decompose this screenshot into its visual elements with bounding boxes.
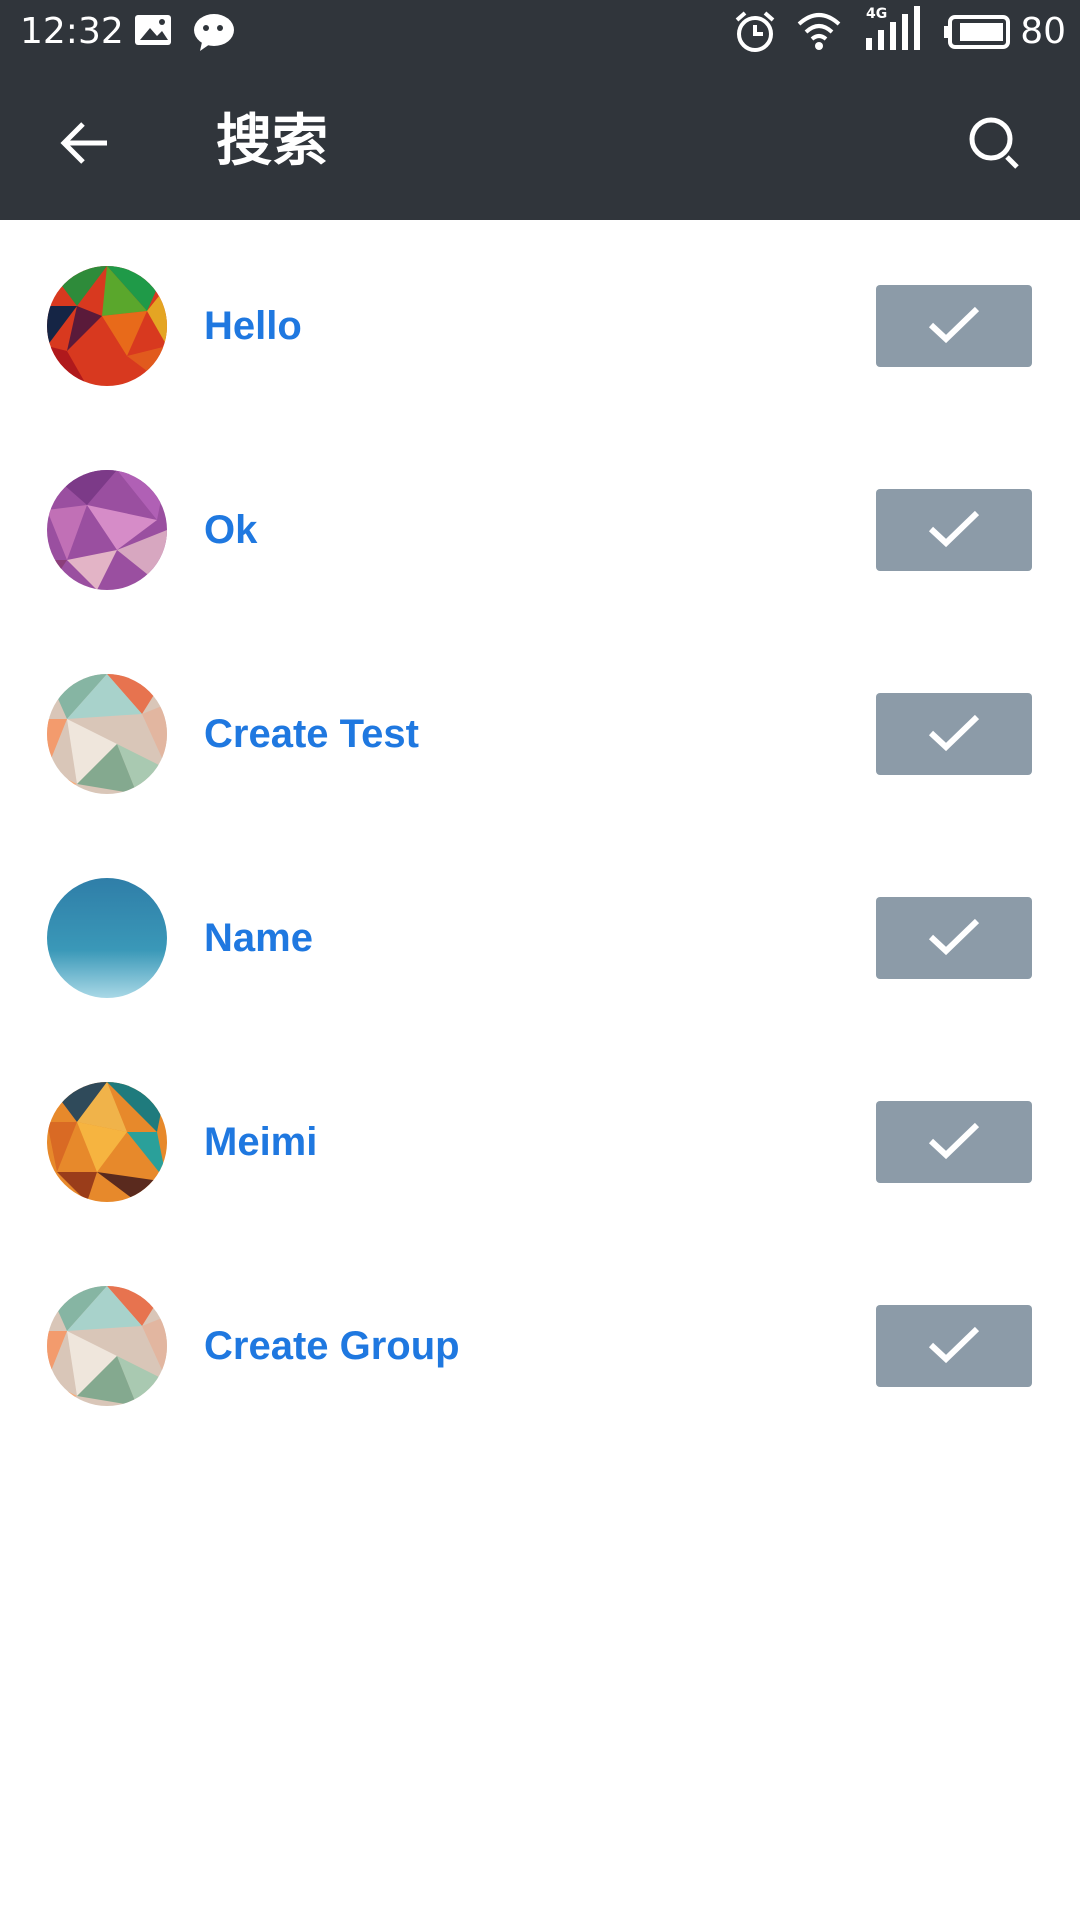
app-bar: 搜索 [0, 64, 1080, 220]
contact-name: Name [204, 916, 313, 960]
alarm-icon [732, 10, 778, 58]
battery-icon [944, 14, 1012, 54]
status-time: 12:32 [20, 11, 124, 52]
search-button[interactable] [950, 100, 1040, 190]
list-item[interactable]: Name [0, 832, 1080, 1036]
contact-name: Hello [204, 304, 302, 348]
search-icon [967, 115, 1023, 175]
checkmark-icon [926, 915, 982, 961]
avatar [47, 266, 167, 386]
avatar [47, 1082, 167, 1202]
contact-name: Ok [204, 508, 258, 552]
image-icon [132, 10, 176, 54]
select-check-button[interactable] [876, 693, 1032, 775]
contact-name: Create Group [204, 1324, 460, 1368]
checkmark-icon [926, 711, 982, 757]
avatar [47, 1286, 167, 1406]
select-check-button[interactable] [876, 1305, 1032, 1387]
list-item[interactable]: Ok [0, 424, 1080, 628]
page-title: 搜索 [216, 109, 328, 174]
list-item[interactable]: Create Group [0, 1240, 1080, 1444]
select-check-button[interactable] [876, 489, 1032, 571]
select-check-button[interactable] [876, 1101, 1032, 1183]
list-item[interactable]: Create Test [0, 628, 1080, 832]
wifi-icon [796, 10, 842, 56]
status-bar: 12:32 4G 80 [0, 0, 1080, 64]
arrow-left-icon [59, 119, 111, 171]
list-item[interactable]: Hello [0, 220, 1080, 424]
list-item[interactable]: Meimi [0, 1036, 1080, 1240]
checkmark-icon [926, 1119, 982, 1165]
contact-name: Meimi [204, 1120, 318, 1164]
avatar [47, 674, 167, 794]
select-check-button[interactable] [876, 285, 1032, 367]
checkmark-icon [926, 507, 982, 553]
back-button[interactable] [40, 100, 130, 190]
select-check-button[interactable] [876, 897, 1032, 979]
contact-name: Create Test [204, 712, 419, 756]
wechat-icon [192, 10, 238, 56]
checkmark-icon [926, 303, 982, 349]
avatar [47, 470, 167, 590]
checkmark-icon [926, 1323, 982, 1369]
network-type-label: 4G [866, 6, 888, 22]
battery-level: 80 [1020, 11, 1066, 52]
contact-list: Hello Ok Create Test Name Meimi Create G… [0, 220, 1080, 1444]
avatar [47, 878, 167, 998]
